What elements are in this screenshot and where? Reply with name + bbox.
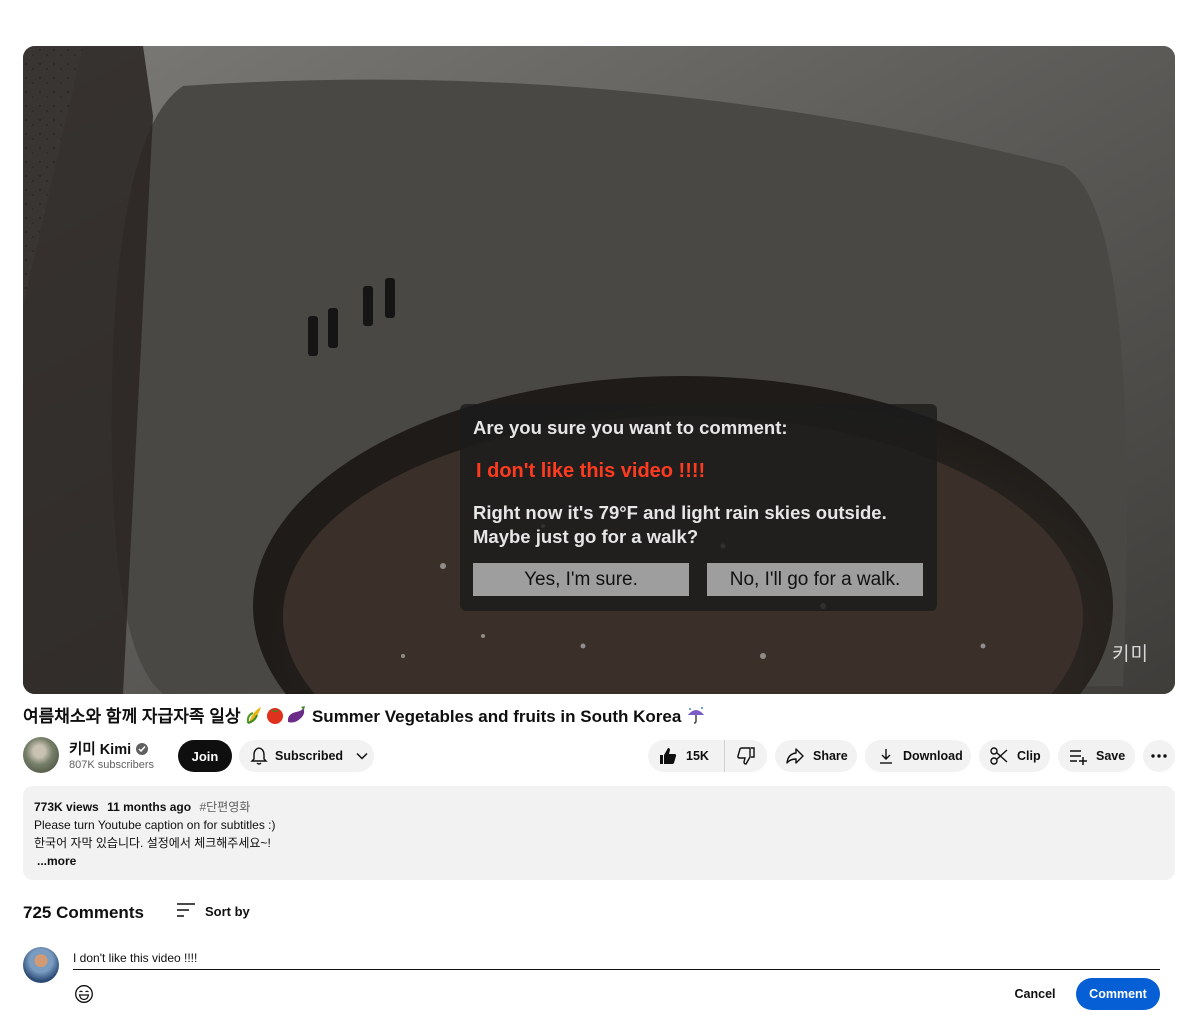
description-box[interactable]: 773K views 11 months ago #단편영화 Please tu… <box>23 786 1175 880</box>
subscriber-count: 807K subscribers <box>69 759 154 771</box>
view-count: 773K views <box>34 800 99 814</box>
channel-name-link[interactable]: 키미 Kimi <box>69 738 149 759</box>
like-dislike-group: 15K <box>648 740 767 772</box>
join-button[interactable]: Join <box>178 740 232 772</box>
verified-check-icon <box>136 742 149 755</box>
dialog-question: Are you sure you want to comment: <box>473 417 788 438</box>
download-button[interactable]: Download <box>865 740 971 772</box>
share-arrow-icon <box>785 746 805 766</box>
comment-input[interactable] <box>73 947 1160 970</box>
channel-watermark: 키미 <box>1112 643 1149 665</box>
video-title-english: Summer Vegetables and fruits in South Ko… <box>311 707 682 726</box>
sort-by-button[interactable]: Sort by <box>176 902 250 921</box>
description-line2: 한국어 자막 있습니다. 설정에서 체크해주세요~! <box>34 836 271 850</box>
tomato-icon <box>265 705 285 732</box>
dialog-quoted-comment: I don't like this video !!!! <box>476 460 706 482</box>
corn-icon <box>245 705 265 732</box>
more-actions-button[interactable] <box>1143 740 1175 772</box>
scissors-icon <box>989 746 1009 766</box>
dialog-buttons: Yes, I'm sure. No, I'll go for a walk. <box>473 563 923 596</box>
cancel-comment-button[interactable]: Cancel <box>1003 978 1067 1010</box>
thumbs-down-icon <box>736 746 756 766</box>
show-more-link[interactable]: ...more <box>37 852 1164 870</box>
save-button[interactable]: Save <box>1058 740 1135 772</box>
description-line1: Please turn Youtube caption on for subti… <box>34 818 276 832</box>
channel-name: 키미 Kimi <box>69 742 132 758</box>
save-label: Save <box>1096 749 1126 763</box>
chevron-down-icon <box>355 749 369 763</box>
video-title: 여름채소와 함께 자급자족 일상 Summer Vegetables and f… <box>23 705 706 732</box>
like-button[interactable]: 15K <box>648 740 725 772</box>
download-label: Download <box>903 749 963 763</box>
comments-count: 725 Comments <box>23 903 144 922</box>
more-horizontal-icon <box>1150 753 1168 759</box>
video-title-korean: 여름채소와 함께 자급자족 일상 <box>23 707 241 726</box>
subscribed-button[interactable]: Subscribed <box>239 740 374 772</box>
eggplant-icon <box>285 705 307 732</box>
video-player[interactable]: 키미 Are you sure you want to comment: I d… <box>23 46 1175 694</box>
thumbs-up-icon <box>658 746 678 766</box>
dialog-weather-line2: Maybe just go for a walk? <box>473 526 699 547</box>
sort-icon <box>176 902 196 921</box>
bell-icon <box>249 746 269 766</box>
dialog-weather-message: Right now it's 79°F and light rain skies… <box>473 501 913 549</box>
hashtag-link[interactable]: #단편영화 <box>199 800 250 814</box>
share-label: Share <box>813 749 848 763</box>
share-button[interactable]: Share <box>775 740 857 772</box>
upload-age: 11 months ago <box>107 800 192 814</box>
description-meta: 773K views 11 months ago #단편영화 <box>34 798 1164 816</box>
dialog-weather-line1: Right now it's 79°F and light rain skies… <box>473 502 887 523</box>
umbrella-rain-icon <box>686 705 706 732</box>
dislike-button[interactable] <box>725 740 767 772</box>
submit-comment-button[interactable]: Comment <box>1076 978 1160 1010</box>
comment-confirm-dialog: Are you sure you want to comment: I don'… <box>460 404 937 611</box>
like-count: 15K <box>686 749 709 763</box>
subscribed-label: Subscribed <box>275 749 344 763</box>
emoji-picker-icon[interactable] <box>74 984 94 1004</box>
confirm-comment-button[interactable]: Yes, I'm sure. <box>473 563 689 596</box>
user-avatar <box>23 947 59 983</box>
channel-avatar[interactable] <box>23 737 59 773</box>
sort-by-label: Sort by <box>205 904 250 919</box>
go-for-walk-button[interactable]: No, I'll go for a walk. <box>707 563 923 596</box>
clip-label: Clip <box>1017 749 1041 763</box>
clip-button[interactable]: Clip <box>979 740 1050 772</box>
download-icon <box>877 747 895 765</box>
playlist-add-icon <box>1068 746 1088 766</box>
